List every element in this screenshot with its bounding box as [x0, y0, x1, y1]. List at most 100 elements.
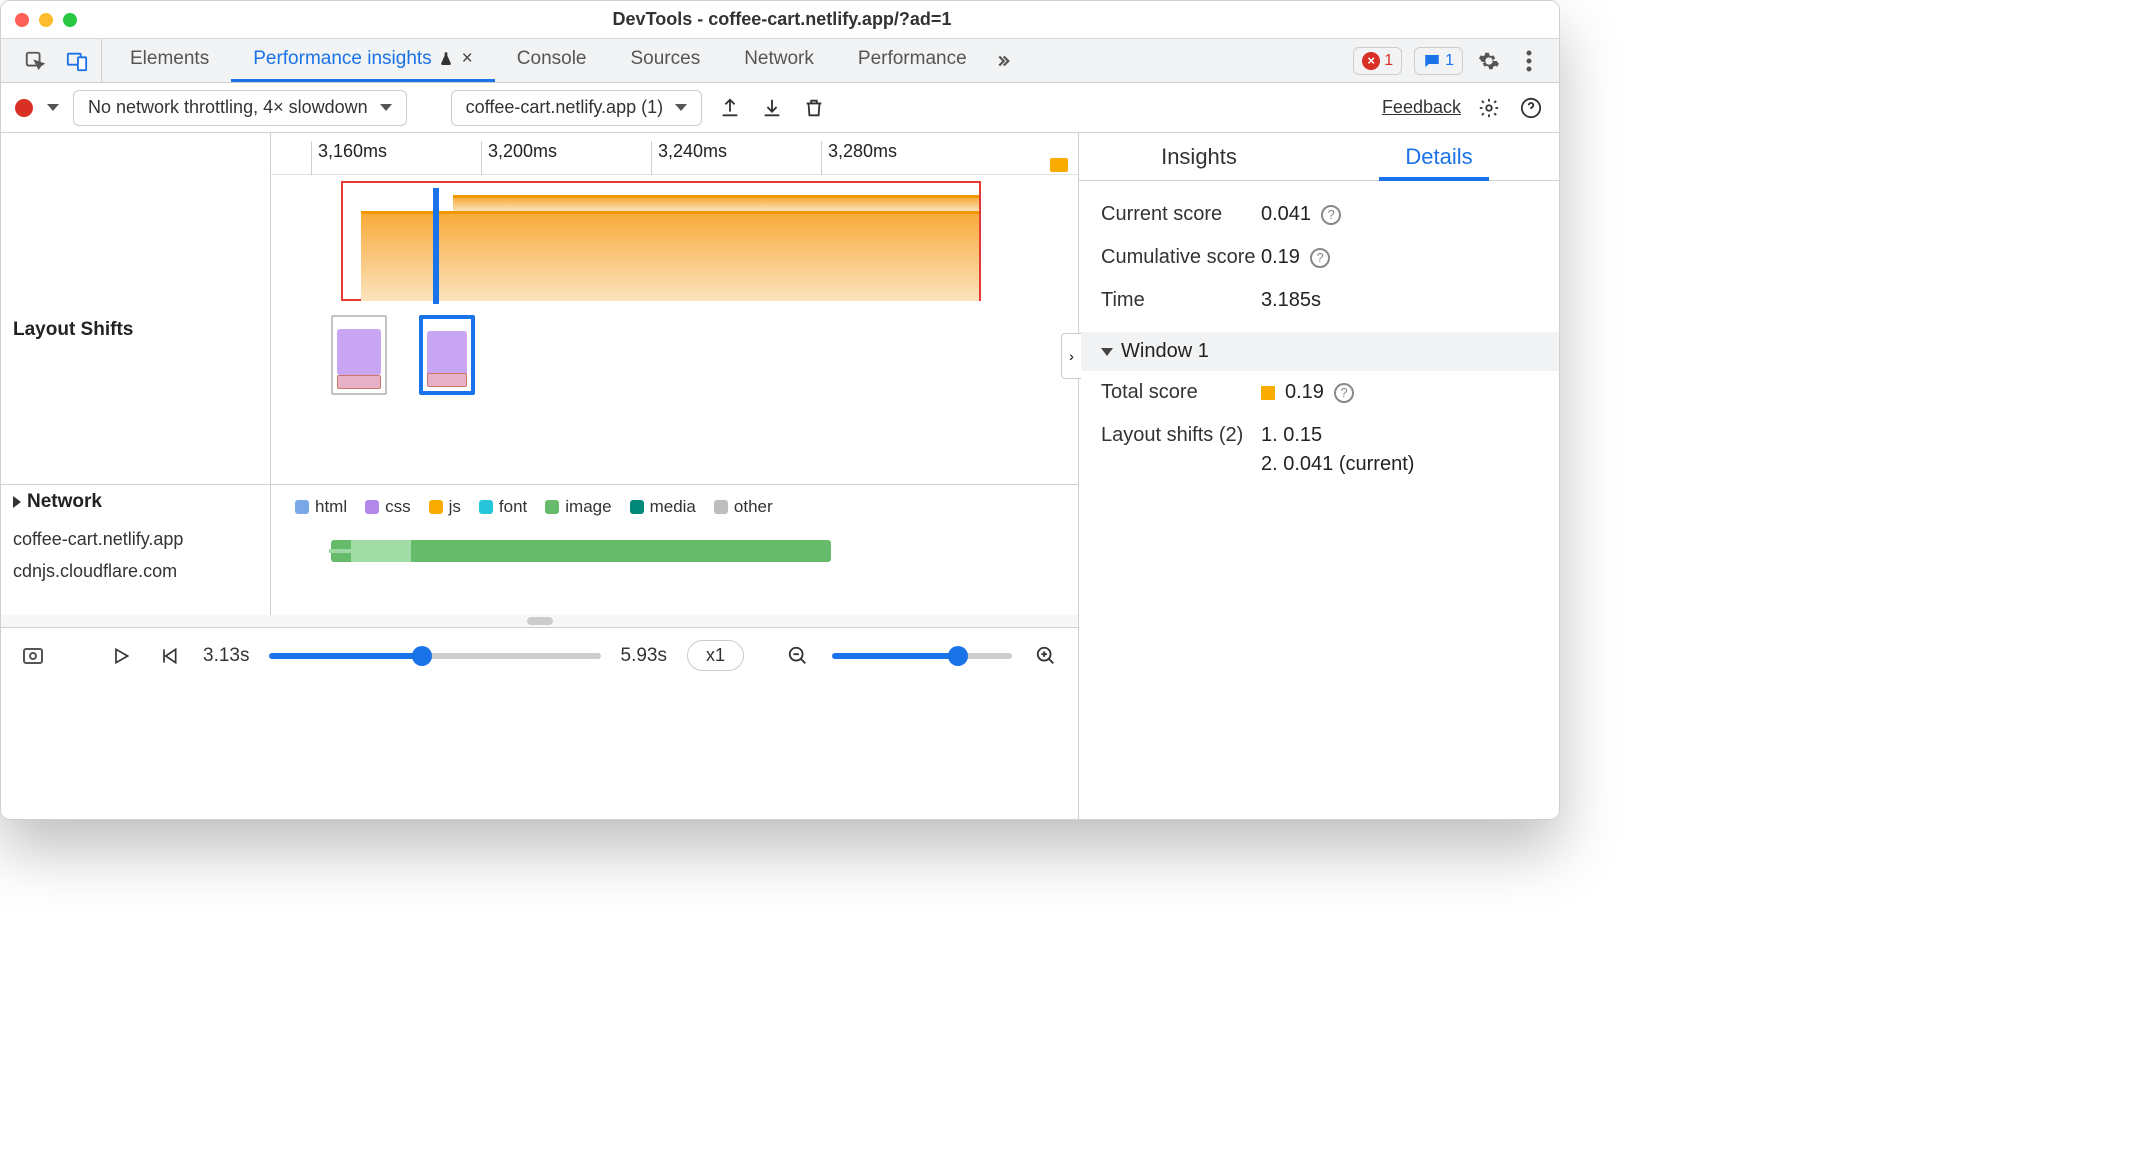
playbar-start-time: 3.13s	[203, 645, 249, 667]
legend-image: image	[545, 497, 611, 517]
messages-count: 1	[1445, 52, 1454, 70]
ruler-tick: 3,240ms	[651, 141, 727, 175]
tab-network[interactable]: Network	[722, 39, 836, 82]
zoom-in-icon[interactable]	[1032, 642, 1060, 670]
feedback-link[interactable]: Feedback	[1382, 97, 1461, 118]
devtools-tabs-row: Elements Performance insights × Console …	[1, 39, 1559, 83]
detail-window-section[interactable]: Window 1	[1079, 332, 1559, 371]
ruler-tick: 3,200ms	[481, 141, 557, 175]
tab-performance-insights[interactable]: Performance insights ×	[231, 39, 495, 82]
layout-shifts-content[interactable]	[271, 175, 1078, 484]
errors-count: 1	[1384, 52, 1393, 70]
insights-toolbar: No network throttling, 4× slowdown coffe…	[1, 83, 1559, 133]
help-icon[interactable]	[1517, 94, 1545, 122]
minimize-window-icon[interactable]	[39, 13, 53, 27]
close-window-icon[interactable]	[15, 13, 29, 27]
detail-time: Time 3.185s	[1101, 279, 1537, 322]
network-content[interactable]: html css js font image media other	[271, 485, 1078, 615]
recording-value: coffee-cart.netlify.app (1)	[466, 97, 663, 118]
trash-icon[interactable]	[800, 94, 828, 122]
cls-window-highlight	[341, 181, 981, 301]
ruler-label-empty	[1, 133, 271, 175]
network-bar-image[interactable]	[331, 540, 831, 562]
throttling-value: No network throttling, 4× slowdown	[88, 97, 368, 118]
rewind-icon[interactable]	[155, 642, 183, 670]
mini-scrollbar[interactable]	[1, 615, 1078, 627]
layout-shift-thumbnail[interactable]	[331, 315, 387, 395]
settings-gear-icon[interactable]	[1475, 47, 1503, 75]
layout-shifts-label: Layout Shifts	[1, 175, 271, 484]
playbar-end-time: 5.93s	[621, 645, 667, 667]
errors-badge[interactable]: × 1	[1353, 47, 1402, 75]
side-panel: › Insights Details Current score 0.041? …	[1079, 133, 1559, 819]
tab-sources[interactable]: Sources	[609, 39, 723, 82]
ruler-tick: 3,160ms	[311, 141, 387, 175]
layout-shift-thumbnail-selected[interactable]	[419, 315, 475, 395]
expand-network-icon[interactable]	[13, 496, 21, 508]
help-icon[interactable]: ?	[1321, 205, 1341, 225]
legend-media: media	[630, 497, 696, 517]
network-track: Network coffee-cart.netlify.app cdnjs.cl…	[1, 485, 1078, 615]
timeline-scrubber[interactable]	[269, 653, 600, 659]
close-tab-icon[interactable]: ×	[462, 48, 473, 70]
help-icon[interactable]: ?	[1334, 383, 1354, 403]
shift-entry[interactable]: 1. 0.15	[1261, 424, 1322, 447]
cls-bar-1[interactable]	[361, 211, 979, 301]
shift-entry[interactable]: 2. 0.041 (current)	[1261, 453, 1414, 476]
tab-console[interactable]: Console	[495, 39, 609, 82]
playhead-icon[interactable]	[433, 188, 439, 304]
sidepanel-tabs: Insights Details	[1079, 133, 1559, 181]
network-host: coffee-cart.netlify.app	[13, 523, 183, 555]
ruler-tick: 3,280ms	[821, 141, 897, 175]
detail-total-score: Total score 0.19?	[1101, 371, 1537, 414]
window-title: DevTools - coffee-cart.netlify.app/?ad=1	[99, 9, 1545, 30]
throttling-select[interactable]: No network throttling, 4× slowdown	[73, 90, 407, 126]
ruler-content[interactable]: 3,160ms 3,200ms 3,240ms 3,280ms	[271, 133, 1078, 175]
network-host: cdnjs.cloudflare.com	[13, 555, 183, 587]
preview-toggle-icon[interactable]	[19, 642, 47, 670]
traffic-lights	[15, 13, 77, 27]
device-toggle-icon[interactable]	[63, 47, 91, 75]
ruler-row: 3,160ms 3,200ms 3,240ms 3,280ms	[1, 133, 1078, 175]
layout-shifts-track: Layout Shifts	[1, 175, 1078, 485]
play-icon[interactable]	[107, 642, 135, 670]
legend-html: html	[295, 497, 347, 517]
message-icon	[1423, 52, 1441, 70]
legend-css: css	[365, 497, 411, 517]
detail-current-score: Current score 0.041?	[1101, 193, 1537, 236]
legend-other: other	[714, 497, 773, 517]
network-label-column: Network coffee-cart.netlify.app cdnjs.cl…	[1, 485, 271, 615]
playbar: 3.13s 5.93s x1	[1, 627, 1078, 683]
window-titlebar: DevTools - coffee-cart.netlify.app/?ad=1	[1, 1, 1559, 39]
panel-settings-gear-icon[interactable]	[1475, 94, 1503, 122]
more-tabs-icon[interactable]	[989, 47, 1017, 75]
download-icon[interactable]	[758, 94, 786, 122]
sidepanel-tab-insights[interactable]: Insights	[1079, 133, 1319, 180]
inspect-icon[interactable]	[21, 47, 49, 75]
maximize-window-icon[interactable]	[63, 13, 77, 27]
recording-select[interactable]: coffee-cart.netlify.app (1)	[451, 90, 702, 126]
legend-js: js	[429, 497, 461, 517]
help-icon[interactable]: ?	[1310, 248, 1330, 268]
zoom-out-icon[interactable]	[784, 642, 812, 670]
chevron-down-icon	[675, 104, 687, 111]
record-button[interactable]	[15, 99, 33, 117]
flask-icon	[438, 51, 454, 67]
tab-elements[interactable]: Elements	[108, 39, 231, 82]
collapse-sidepanel-icon[interactable]: ›	[1061, 333, 1081, 379]
detail-cumulative-score: Cumulative score 0.19?	[1101, 236, 1537, 279]
tab-label: Sources	[631, 48, 701, 70]
playback-speed-button[interactable]: x1	[687, 640, 744, 671]
more-options-icon[interactable]	[1515, 47, 1543, 75]
cls-bar-2[interactable]	[453, 195, 979, 211]
messages-badge[interactable]: 1	[1414, 47, 1463, 75]
sidepanel-tab-details[interactable]: Details	[1319, 133, 1559, 180]
record-dropdown-icon[interactable]	[47, 104, 59, 111]
upload-icon[interactable]	[716, 94, 744, 122]
tab-label: Performance insights	[253, 48, 431, 70]
network-label: Network	[27, 491, 102, 513]
cls-marker-icon[interactable]	[1050, 158, 1068, 172]
tab-performance[interactable]: Performance	[836, 39, 989, 82]
zoom-slider[interactable]	[832, 653, 1012, 659]
chevron-down-icon	[380, 104, 392, 111]
